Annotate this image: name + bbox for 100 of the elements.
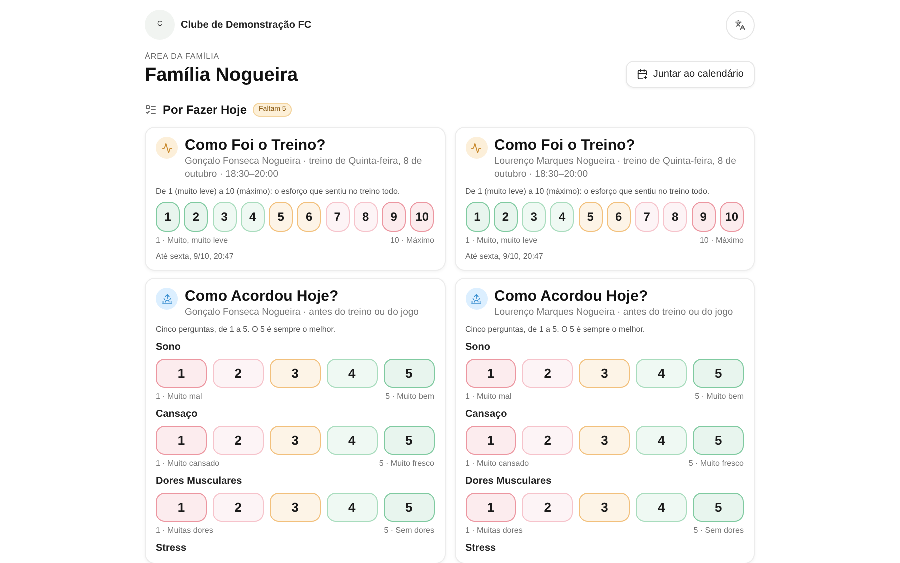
rating-option[interactable]: 3	[579, 359, 630, 388]
scale-max-label: 5 · Muito fresco	[379, 459, 434, 469]
rating-option[interactable]: 4	[636, 493, 688, 522]
rating-option[interactable]: 6	[297, 202, 322, 232]
rating-option[interactable]: 2	[494, 202, 518, 232]
section-title: Por Fazer Hoje	[163, 102, 248, 119]
rating-option[interactable]: 4	[326, 426, 378, 455]
scale-min-label: 1 · Muito mal	[156, 392, 202, 402]
rating-option[interactable]: 1	[156, 202, 180, 232]
card-instructions: De 1 (muito leve) a 10 (máximo): o esforço que sentiu no treino todo.	[156, 187, 402, 197]
rating-option[interactable]: 5	[269, 202, 294, 232]
scale-min-label: 1 · Muito cansado	[156, 459, 220, 469]
rating-option[interactable]: 5	[578, 202, 603, 232]
scale-max-label: 5 · Muito bem	[695, 392, 744, 402]
card-title: Como Foi o Treino?	[494, 136, 636, 155]
question-title: Cansaço	[466, 409, 508, 421]
rating-option[interactable]: 5	[693, 359, 744, 388]
rating-option[interactable]: 2	[212, 426, 264, 455]
rating-option[interactable]: 4	[240, 202, 265, 232]
deadline: Até sexta, 9/10, 20:47	[156, 252, 235, 262]
rating-option[interactable]: 3	[270, 493, 321, 522]
card-instructions: De 1 (muito leve) a 10 (máximo): o esforço que sentiu no treino todo.	[466, 187, 711, 197]
rating-option[interactable]: 1	[466, 359, 516, 388]
question-title: Stress	[156, 543, 188, 555]
section-eyebrow: ÁREA DA FAMÍLIA	[145, 51, 221, 63]
pulse-icon	[466, 137, 488, 159]
rating-option[interactable]: 4	[326, 359, 378, 388]
scale-max-label: 5 · Muito bem	[386, 392, 434, 402]
rating-option[interactable]: 7	[326, 202, 350, 232]
calendar-icon	[637, 69, 648, 80]
rating-option[interactable]: 1	[466, 202, 490, 232]
rating-option[interactable]: 2	[522, 426, 574, 455]
pulse-icon	[156, 137, 178, 159]
rating-option[interactable]: 4	[636, 426, 688, 455]
rating-option[interactable]: 9	[382, 202, 406, 232]
scale-max-label: 5 · Sem dores	[384, 526, 434, 536]
translate-icon	[735, 20, 746, 30]
rating-option[interactable]: 2	[522, 493, 574, 522]
card-instructions: Cinco perguntas, de 1 a 5. O 5 é sempre o melhor.	[466, 325, 646, 335]
rating-option[interactable]: 5	[693, 426, 744, 455]
rating-option[interactable]: 1	[156, 493, 207, 522]
rating-option[interactable]: 10	[720, 202, 744, 232]
scale-min-label: 1 · Muito, muito leve	[156, 236, 228, 246]
club-name: Clube de Demonstração FC	[181, 18, 312, 32]
rating-option[interactable]: 8	[354, 202, 378, 232]
language-button[interactable]	[726, 10, 755, 40]
rating-option[interactable]: 7	[635, 202, 660, 232]
rating-option[interactable]: 4	[636, 359, 688, 388]
rating-option[interactable]: 2	[212, 493, 264, 522]
rating-option[interactable]: 4	[326, 493, 378, 522]
scale-max-label: 10 · Máximo	[700, 236, 744, 246]
card-instructions: Cinco perguntas, de 1 a 5. O 5 é sempre o melhor.	[156, 325, 337, 335]
rating-option[interactable]: 5	[693, 493, 744, 522]
rating-option[interactable]: 2	[212, 359, 264, 388]
rating-option[interactable]: 3	[270, 359, 321, 388]
card-title: Como Foi o Treino?	[185, 136, 327, 155]
sunrise-icon	[466, 288, 488, 310]
scale-max-label: 5 · Sem dores	[694, 526, 744, 536]
rating-option[interactable]: 6	[606, 202, 631, 232]
rating-option[interactable]: 3	[212, 202, 237, 232]
family-title: Família Nogueira	[145, 64, 298, 88]
rating-option[interactable]: 1	[156, 426, 207, 455]
rating-option[interactable]: 10	[410, 202, 434, 232]
rating-option[interactable]: 2	[522, 359, 574, 388]
question-title: Dores Musculares	[156, 476, 244, 488]
deadline: Até sexta, 9/10, 20:47	[466, 252, 544, 262]
rating-option[interactable]: 5	[384, 426, 435, 455]
checklist-icon	[145, 104, 157, 116]
scale-min-label: 1 · Muitas dores	[466, 526, 523, 536]
card-title: Como Acordou Hoje?	[494, 287, 650, 306]
rating-option[interactable]: 5	[384, 359, 435, 388]
rating-option[interactable]: 3	[579, 493, 630, 522]
rating-option[interactable]: 3	[270, 426, 321, 455]
question-title: Cansaço	[156, 409, 199, 421]
sunrise-icon	[156, 288, 178, 310]
rating-option[interactable]: 1	[466, 426, 516, 455]
rating-option[interactable]: 5	[384, 493, 435, 522]
card-subtitle: Lourenço Marques Nogueira · treino de Quinta-feira, 8 de outubro · 18:30–20:00	[494, 155, 738, 181]
question-title: Sono	[466, 342, 492, 354]
card-subtitle: Lourenço Marques Nogueira · antes do treino ou do jogo	[494, 306, 734, 319]
rating-option[interactable]: 8	[663, 202, 688, 232]
scale-min-label: 1 · Muito, muito leve	[466, 236, 538, 246]
rating-option[interactable]: 3	[579, 426, 630, 455]
rating-option[interactable]: 2	[184, 202, 208, 232]
scale-min-label: 1 · Muito mal	[466, 392, 512, 402]
rating-option[interactable]: 4	[550, 202, 574, 232]
rating-option[interactable]: 1	[156, 359, 207, 388]
rating-option[interactable]: 3	[522, 202, 546, 232]
question-title: Stress	[466, 543, 498, 555]
card-subtitle: Gonçalo Fonseca Nogueira · treino de Quinta-feira, 8 de outubro · 18:30–20:00	[185, 155, 424, 181]
card-title: Como Acordou Hoje?	[185, 287, 340, 306]
rating-option[interactable]: 1	[466, 493, 516, 522]
scale-max-label: 10 · Máximo	[390, 236, 434, 246]
scale-max-label: 5 · Muito fresco	[688, 459, 744, 469]
scale-min-label: 1 · Muitas dores	[156, 526, 214, 536]
question-title: Dores Musculares	[466, 476, 553, 488]
rating-option[interactable]: 9	[692, 202, 716, 232]
scale-min-label: 1 · Muito cansado	[466, 459, 530, 469]
card-subtitle: Gonçalo Fonseca Nogueira · antes do treino ou do jogo	[185, 306, 419, 319]
calendar-button[interactable]: Juntar ao calendário	[626, 61, 755, 88]
